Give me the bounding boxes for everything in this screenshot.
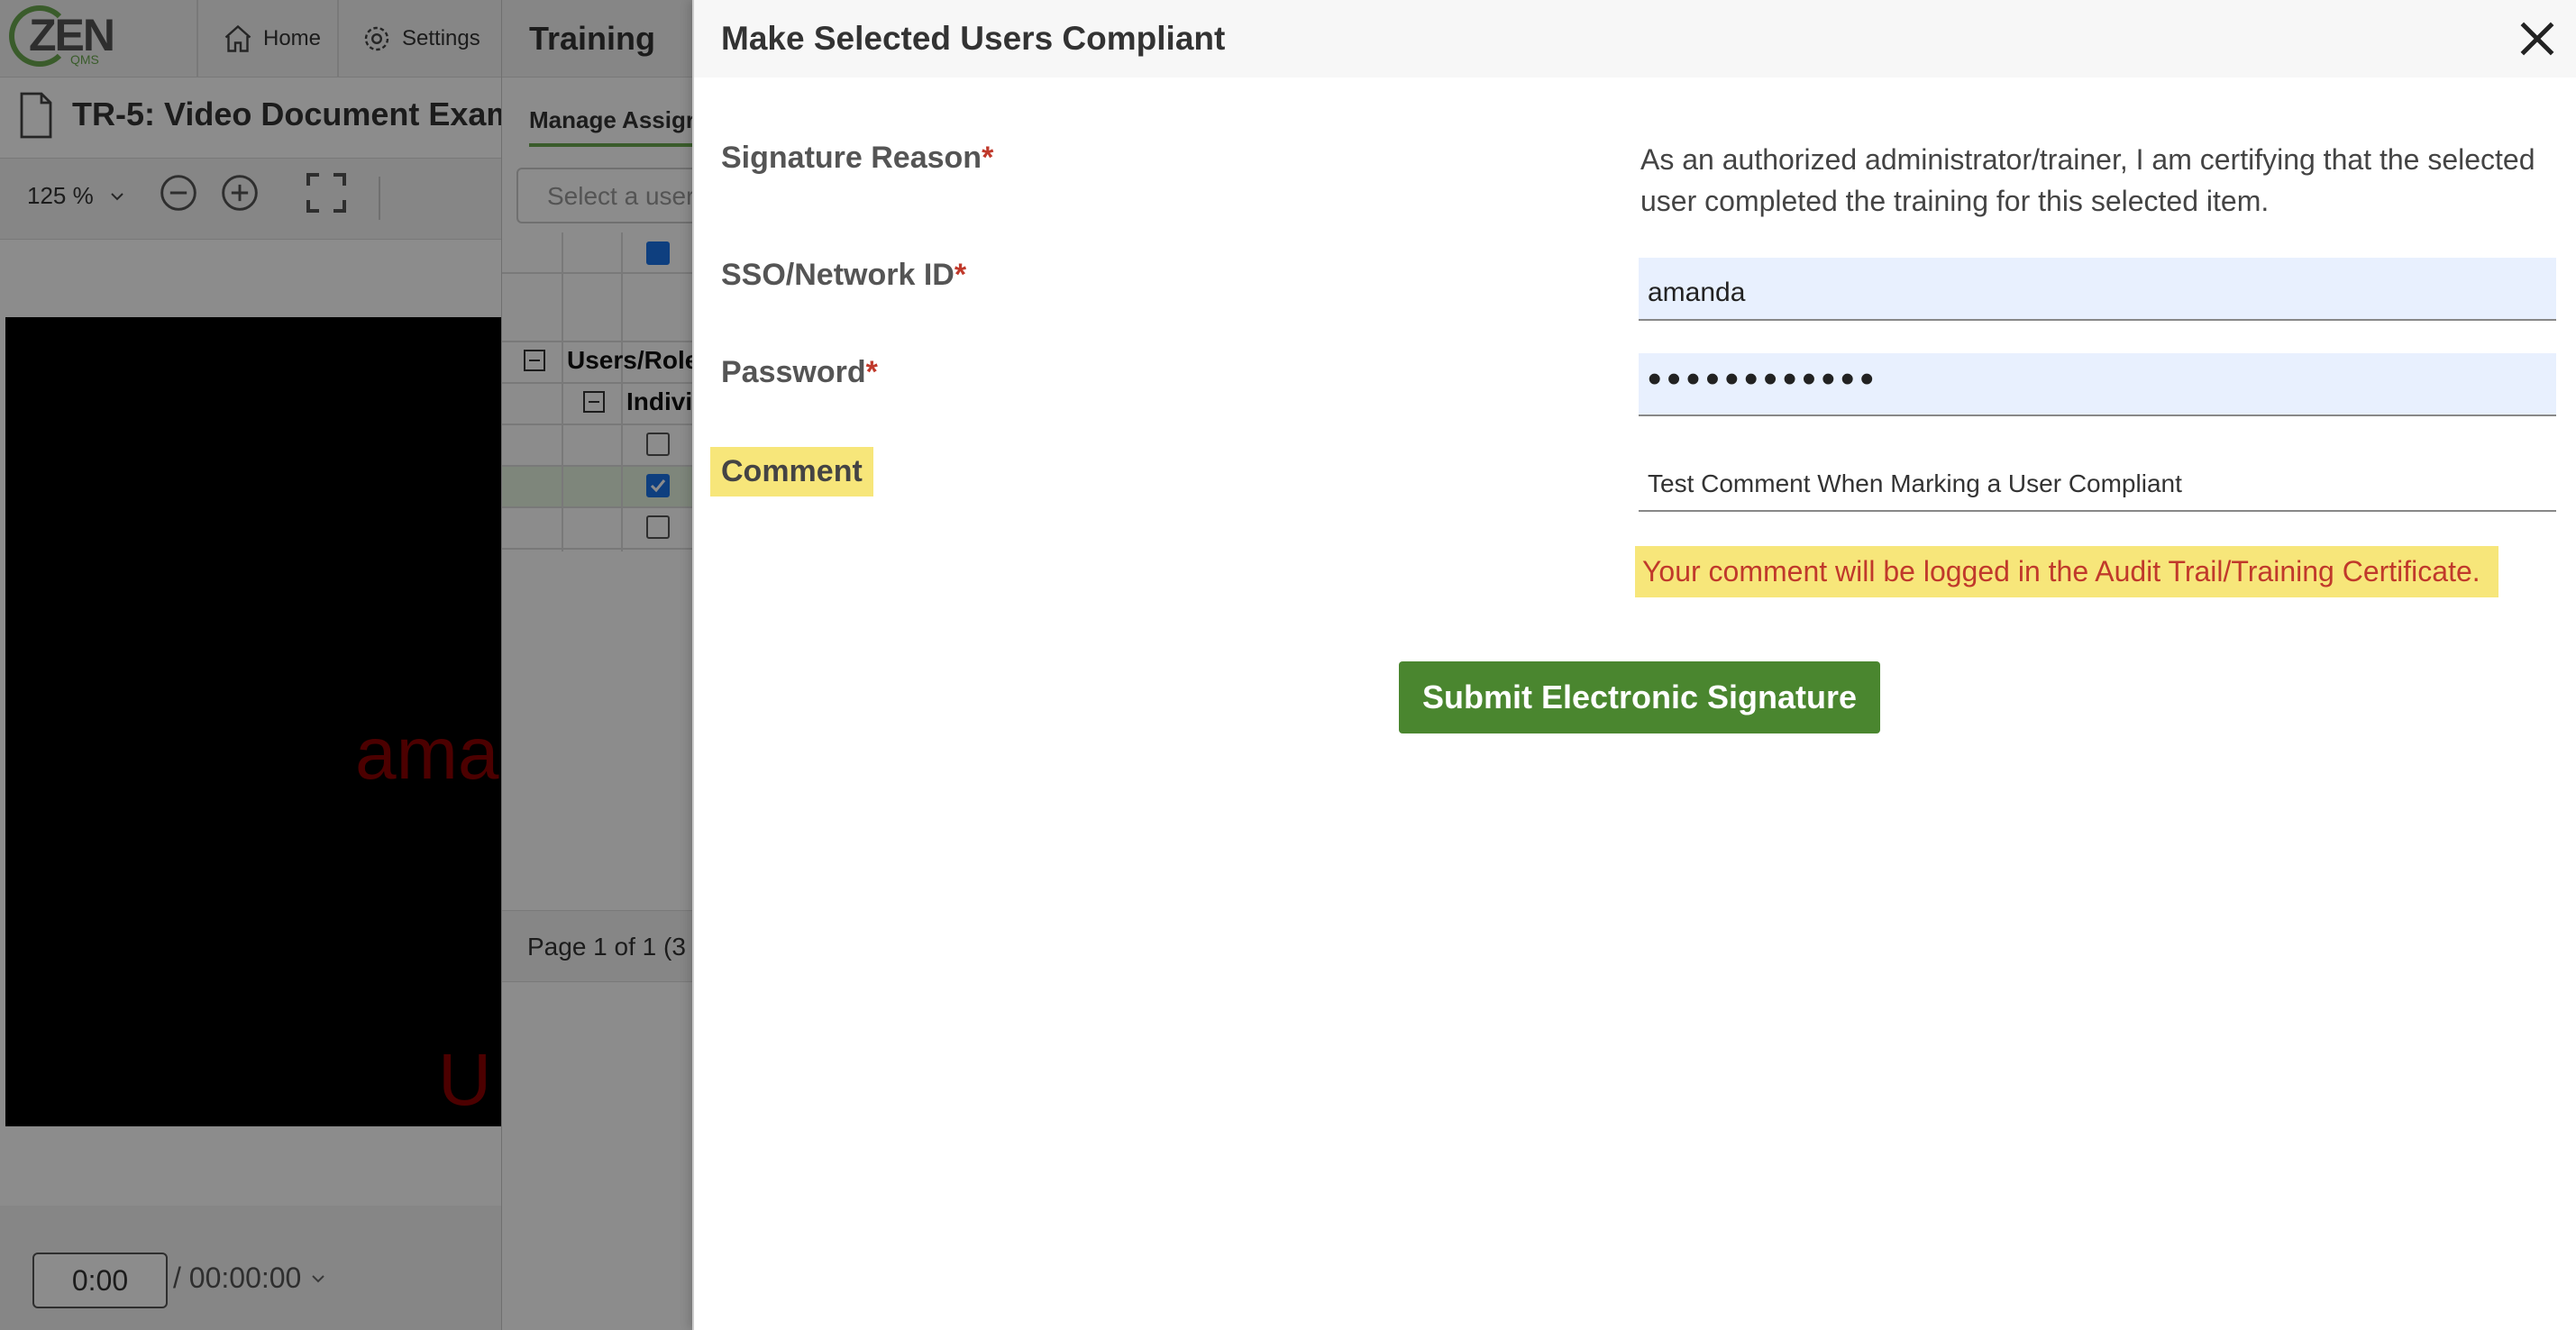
gear-icon <box>364 26 389 51</box>
zen-qms-logo[interactable]: ZEN QMS <box>7 2 115 70</box>
close-icon[interactable] <box>2515 16 2560 61</box>
password-label: Password* <box>721 355 878 390</box>
video-watermark: U <box>438 1039 492 1121</box>
comment-warning: Your comment will be logged in the Audit… <box>1635 546 2498 597</box>
signature-reason-label: Signature Reason* <box>721 141 993 176</box>
fullscreen-icon[interactable] <box>305 171 348 214</box>
grid-line <box>621 232 623 551</box>
zoom-out-icon[interactable] <box>159 173 198 213</box>
total-time: / 00:00:00 <box>173 1262 327 1295</box>
row-checkbox[interactable] <box>646 433 670 456</box>
document-title: TR-5: Video Document Examp <box>72 96 535 132</box>
training-header: Training <box>502 0 718 77</box>
tab-manage-assignments[interactable]: Manage Assigr <box>529 106 695 147</box>
grid-line <box>502 424 718 425</box>
group-users-roles: Users/Role <box>567 346 699 374</box>
checkmark-icon <box>650 479 666 493</box>
selected-row-highlight <box>502 467 718 506</box>
chevron-down-icon[interactable] <box>309 1270 327 1288</box>
collapse-icon[interactable] <box>583 391 605 413</box>
row-checkbox-checked[interactable] <box>646 474 670 497</box>
submit-signature-button[interactable]: Submit Electronic Signature <box>1399 661 1880 733</box>
signature-reason-label-text: Signature Reason <box>721 141 982 175</box>
nav-home-label: Home <box>263 26 322 50</box>
current-time-input[interactable]: 0:00 <box>32 1253 168 1308</box>
assignment-grid: Users/Role Indivic <box>502 232 718 551</box>
nav-home[interactable]: Home <box>222 16 321 61</box>
modal-header: Make Selected Users Compliant <box>694 0 2576 77</box>
required-marker: * <box>954 258 967 292</box>
comment-input[interactable] <box>1639 449 2556 512</box>
sso-network-id-input[interactable] <box>1639 258 2556 321</box>
chevron-down-icon[interactable] <box>108 187 126 205</box>
required-marker: * <box>982 141 994 175</box>
grid-line <box>502 548 718 550</box>
zoom-in-icon[interactable] <box>220 173 260 213</box>
training-title: Training <box>529 20 656 57</box>
grid-line <box>562 232 563 551</box>
total-time-value: / 00:00:00 <box>173 1262 302 1294</box>
modal-title: Make Selected Users Compliant <box>721 20 1226 57</box>
home-icon <box>224 24 251 52</box>
required-marker: * <box>865 355 878 389</box>
video-watermark: ama <box>355 713 499 795</box>
document-icon <box>20 92 52 139</box>
grid-line <box>502 506 718 508</box>
signature-reason-text: As an authorized administrator/trainer, … <box>1640 143 2535 217</box>
password-input[interactable]: •••••••••••• <box>1639 353 2556 416</box>
select-all-checkbox[interactable] <box>646 241 670 265</box>
grid-line <box>502 382 718 384</box>
grid-line <box>502 465 718 467</box>
sso-label: SSO/Network ID* <box>721 258 966 293</box>
nav-settings-label: Settings <box>402 26 480 50</box>
collapse-icon[interactable] <box>524 350 545 371</box>
password-label-text: Password <box>721 355 866 389</box>
compliance-modal: Make Selected Users Compliant Signature … <box>692 0 2576 1330</box>
sso-label-text: SSO/Network ID <box>721 258 955 292</box>
video-time-bar: 0:00 / 00:00:00 <box>0 1206 505 1330</box>
nav-divider <box>337 0 339 77</box>
video-player[interactable]: ama U <box>5 317 510 1126</box>
pager-info: Page 1 of 1 (3 It <box>502 910 718 982</box>
grid-line <box>502 272 718 274</box>
nav-settings[interactable]: Settings <box>361 16 480 61</box>
comment-label: Comment <box>710 447 873 496</box>
toolbar-divider <box>379 177 380 220</box>
training-panel: Training Manage Assigr Select a user Use… <box>501 0 751 1330</box>
grid-line <box>502 341 718 342</box>
zoom-level[interactable]: 125 % <box>27 182 94 210</box>
row-checkbox[interactable] <box>646 515 670 539</box>
nav-divider <box>196 0 198 77</box>
logo-subtext: QMS <box>70 52 99 67</box>
